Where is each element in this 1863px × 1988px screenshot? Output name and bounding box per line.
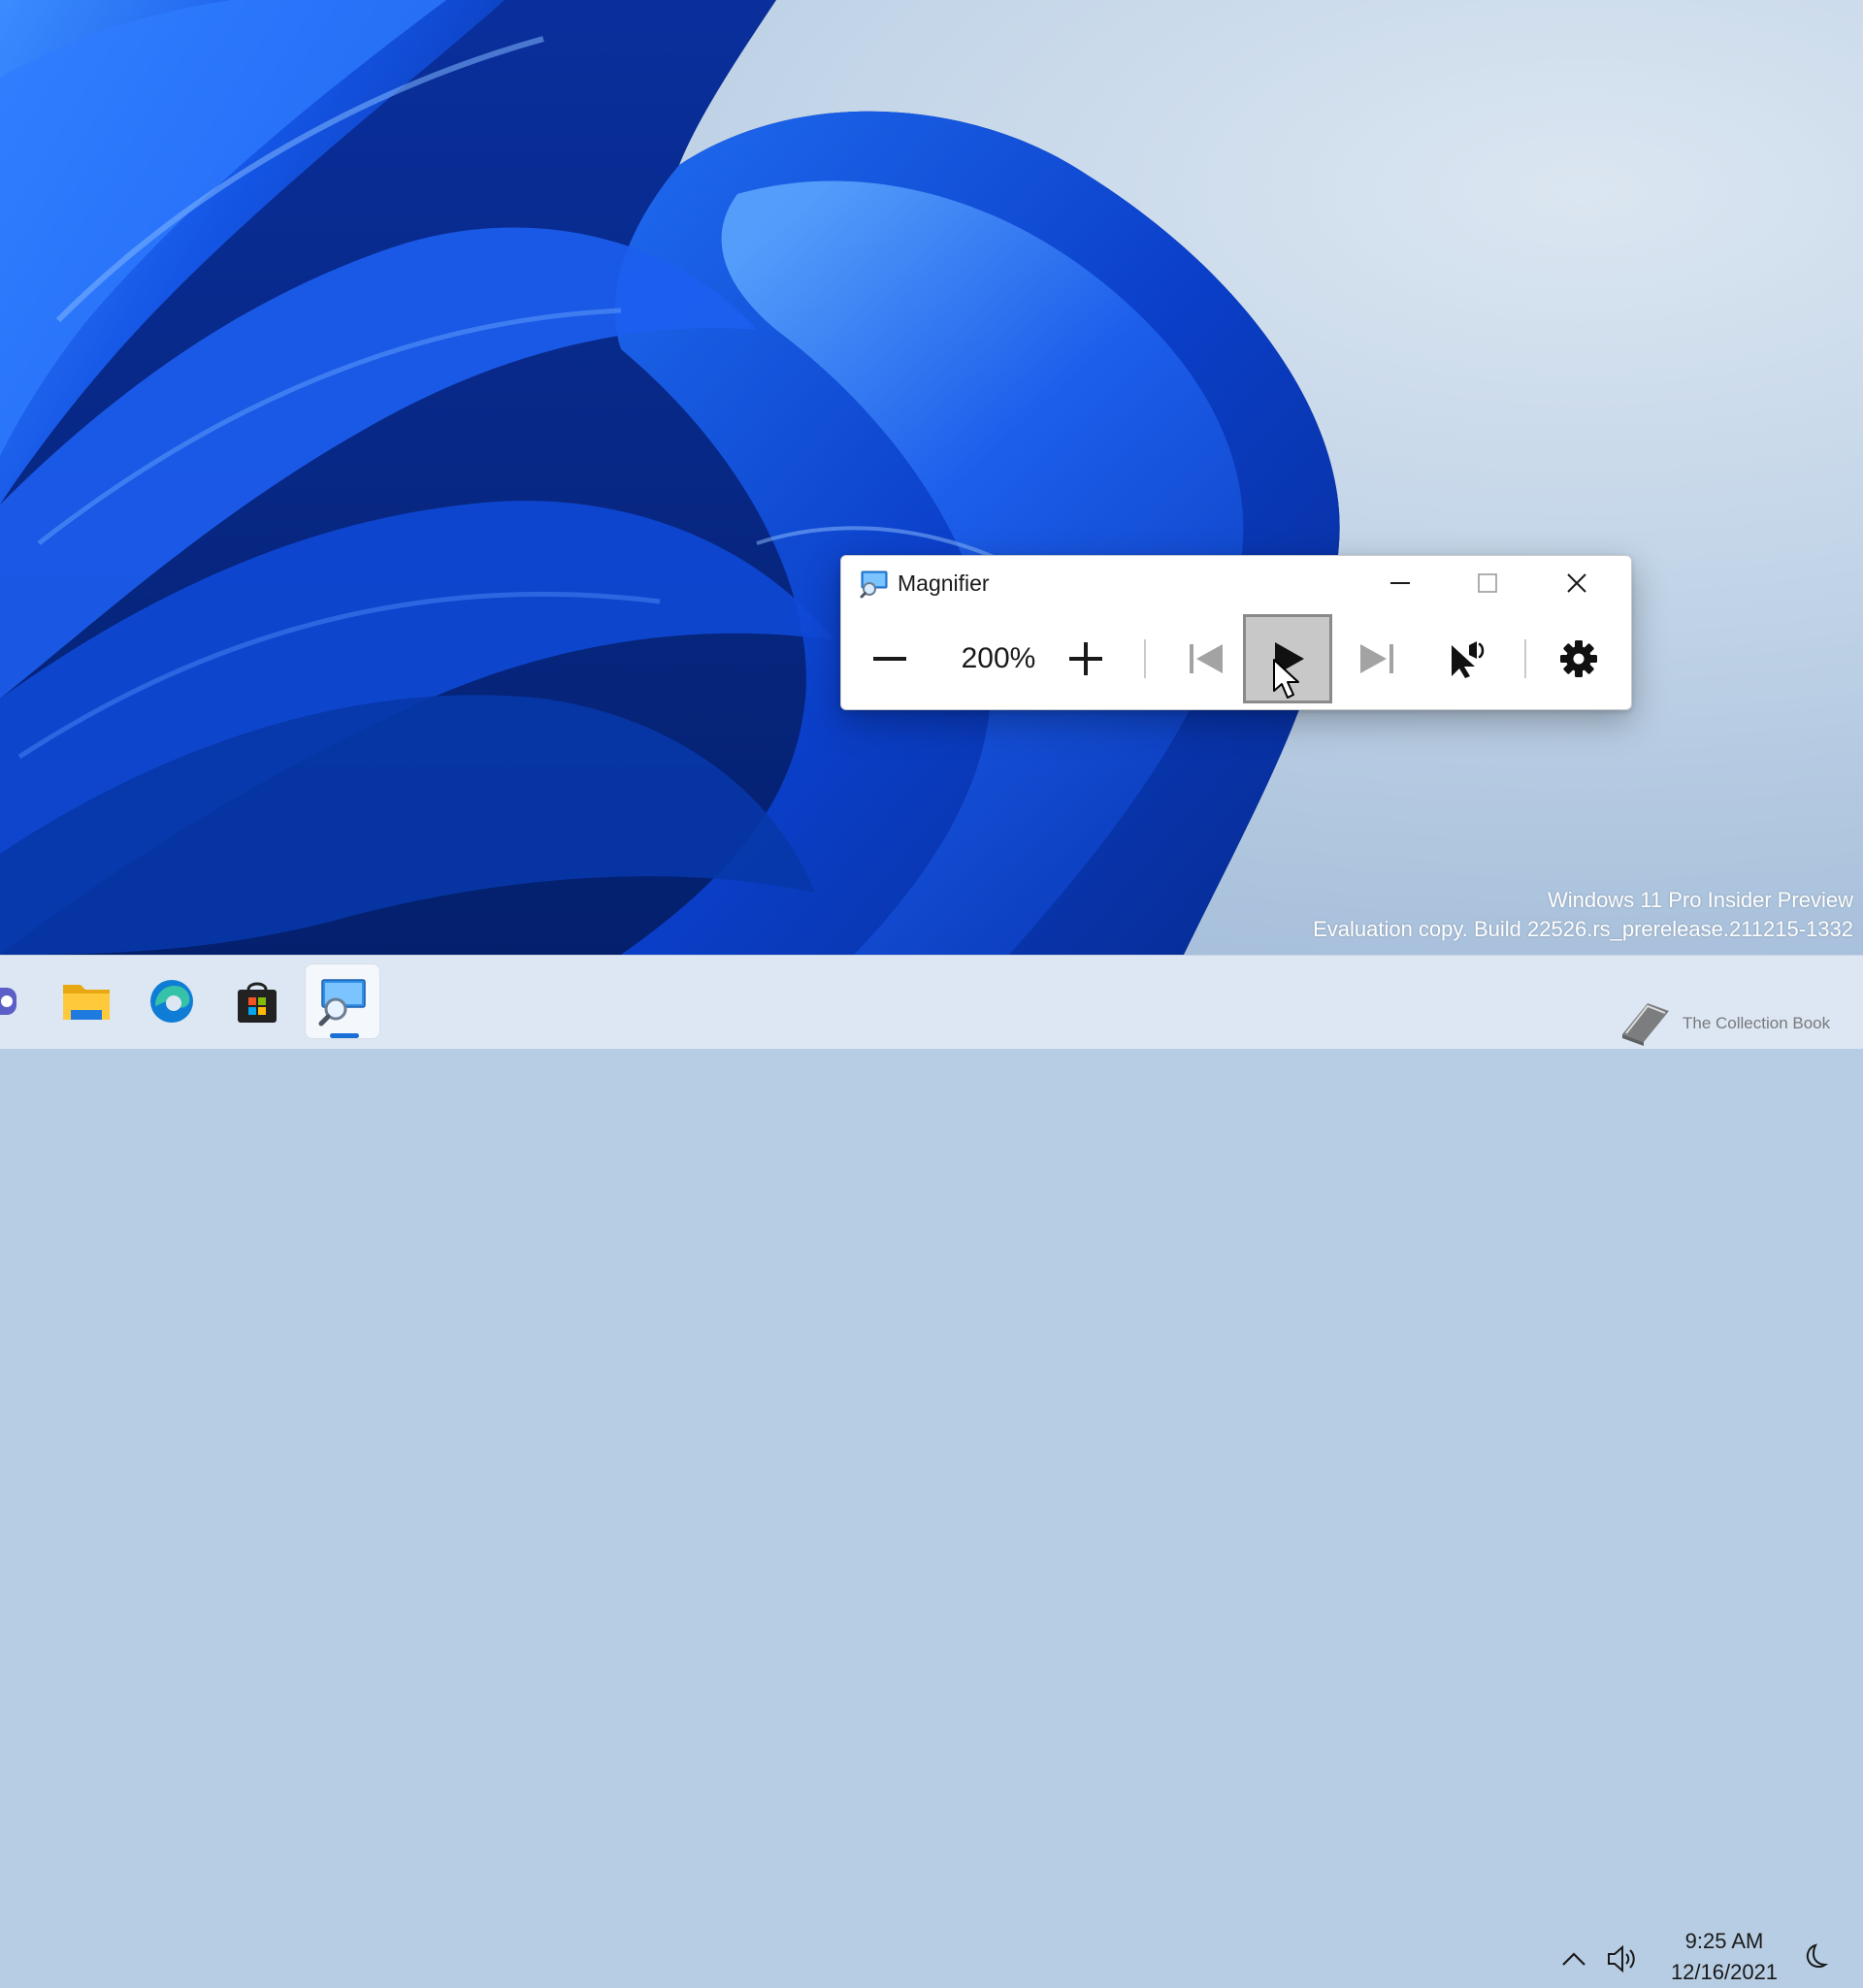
desktop[interactable]: Windows 11 Pro Insider Preview Evaluatio…: [0, 0, 1863, 955]
zoom-out-button[interactable]: [861, 614, 919, 703]
title-bar[interactable]: Magnifier: [841, 556, 1631, 610]
watermark-line-1: Windows 11 Pro Insider Preview: [1547, 888, 1853, 912]
chevron-up-icon: [1562, 1952, 1585, 1966]
settings-button[interactable]: [1546, 614, 1612, 703]
zoom-in-button[interactable]: [1057, 614, 1115, 703]
taskbar-edge-button[interactable]: [134, 963, 210, 1039]
minimize-button[interactable]: [1363, 560, 1437, 606]
skip-previous-icon: [1190, 644, 1223, 673]
skip-next-icon: [1360, 644, 1393, 673]
taskbar-chat-button[interactable]: [0, 963, 37, 1039]
show-hidden-icons-button[interactable]: [1556, 1941, 1591, 1976]
book-logo-icon: [1622, 1003, 1669, 1046]
zoom-level: 200%: [961, 642, 1036, 674]
plus-icon: [1069, 642, 1102, 675]
watermark-line-2: Evaluation copy. Build 22526.rs_prerelea…: [1313, 917, 1853, 941]
magnifier-icon: [318, 979, 366, 1027]
running-app-indicator: [330, 1033, 359, 1038]
maximize-button[interactable]: [1451, 560, 1524, 606]
system-clock[interactable]: 9:25 AM 12/16/2021: [1661, 1926, 1787, 1988]
minus-icon: [873, 657, 906, 661]
moon-icon: [1806, 1943, 1829, 1969]
minimize-icon: [1390, 582, 1410, 584]
clock-date: 12/16/2021: [1670, 1960, 1779, 1984]
focus-assist-button[interactable]: [1797, 1939, 1832, 1974]
store-icon: [238, 982, 277, 1023]
magnifier-toolbar: 200%: [841, 610, 1631, 709]
volume-button[interactable]: [1603, 1941, 1642, 1976]
file-explorer-icon: [63, 985, 110, 1020]
evaluation-watermark: Windows 11 Pro Insider Preview Evaluatio…: [1313, 886, 1853, 944]
mouse-cursor-icon: [1273, 659, 1299, 699]
close-button[interactable]: [1540, 560, 1614, 606]
previous-sentence-button[interactable]: [1171, 614, 1241, 703]
magnifier-window[interactable]: Magnifier 200%: [840, 555, 1632, 710]
chat-icon: [0, 988, 16, 1015]
window-title: Magnifier: [898, 570, 990, 596]
overlay-watermark-text: The Collection Book: [1683, 1014, 1831, 1032]
read-from-here-icon: [1452, 641, 1485, 678]
speaker-icon: [1608, 1944, 1635, 1973]
toolbar-divider: [1524, 639, 1526, 678]
next-sentence-button[interactable]: [1342, 614, 1412, 703]
toolbar-divider: [1144, 639, 1146, 678]
clock-time: 9:25 AM: [1684, 1929, 1764, 1953]
taskbar-magnifier-button[interactable]: [305, 963, 380, 1039]
maximize-icon: [1478, 573, 1497, 593]
taskbar-file-explorer-button[interactable]: [49, 963, 124, 1039]
taskbar-store-button[interactable]: [219, 963, 295, 1039]
edge-icon: [150, 980, 193, 1023]
wallpaper-bloom: [0, 0, 1340, 955]
magnifier-app-icon: [860, 570, 888, 599]
close-icon: [1567, 573, 1586, 593]
gear-icon: [1560, 640, 1597, 677]
read-from-here-button[interactable]: [1429, 614, 1505, 703]
taskbar: 9:25 AM 12/16/2021: [0, 955, 1863, 1984]
